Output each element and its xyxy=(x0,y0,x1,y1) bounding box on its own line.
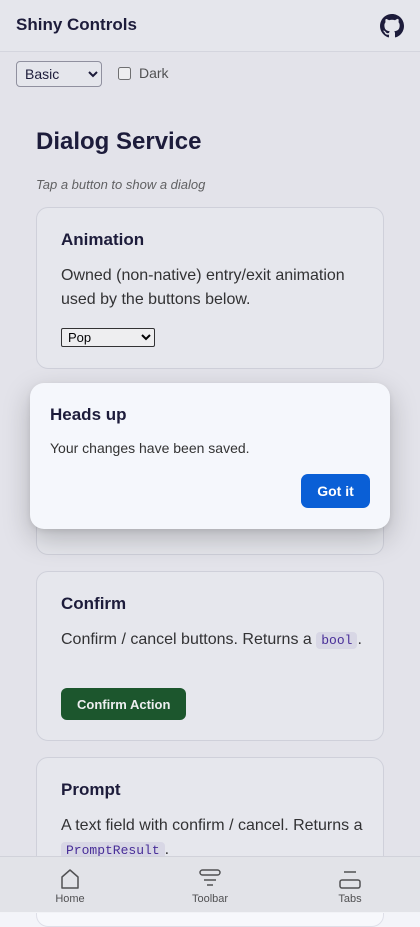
dialog-title: Heads up xyxy=(50,405,127,424)
alert-dialog: Heads up Your changes have been saved. G… xyxy=(30,383,390,529)
got-it-button[interactable]: Got it xyxy=(301,474,370,508)
dialog-message: Your changes have been saved. xyxy=(50,440,250,456)
